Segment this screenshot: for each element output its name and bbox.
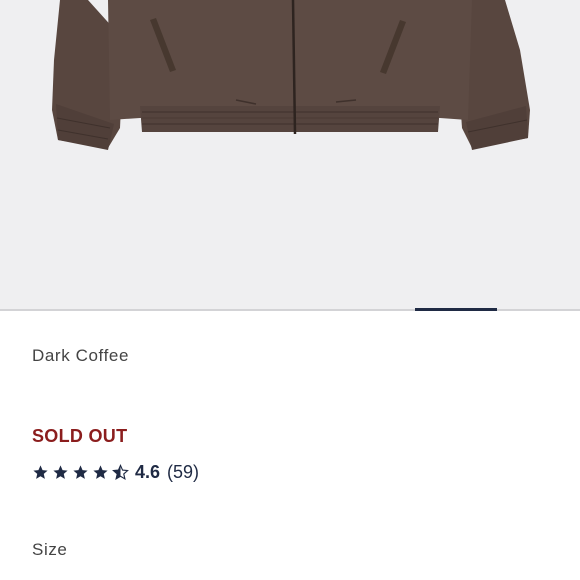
star-half-icon xyxy=(112,463,129,480)
carousel-indicator-active[interactable] xyxy=(415,308,497,311)
jacket-illustration xyxy=(52,0,530,150)
sold-out-badge: SOLD OUT xyxy=(32,426,128,446)
size-label: Size xyxy=(32,540,68,559)
star-icon xyxy=(73,464,88,479)
star-icon xyxy=(33,464,48,479)
rating-stars xyxy=(32,463,129,481)
rating-summary[interactable]: 4.6 (59) xyxy=(32,460,199,484)
star-icon xyxy=(53,464,68,479)
review-count-link[interactable]: (59) xyxy=(167,462,199,483)
product-image[interactable] xyxy=(0,0,580,309)
color-name: Dark Coffee xyxy=(32,346,129,365)
star-icon xyxy=(93,464,108,479)
rating-value: 4.6 xyxy=(135,461,161,482)
